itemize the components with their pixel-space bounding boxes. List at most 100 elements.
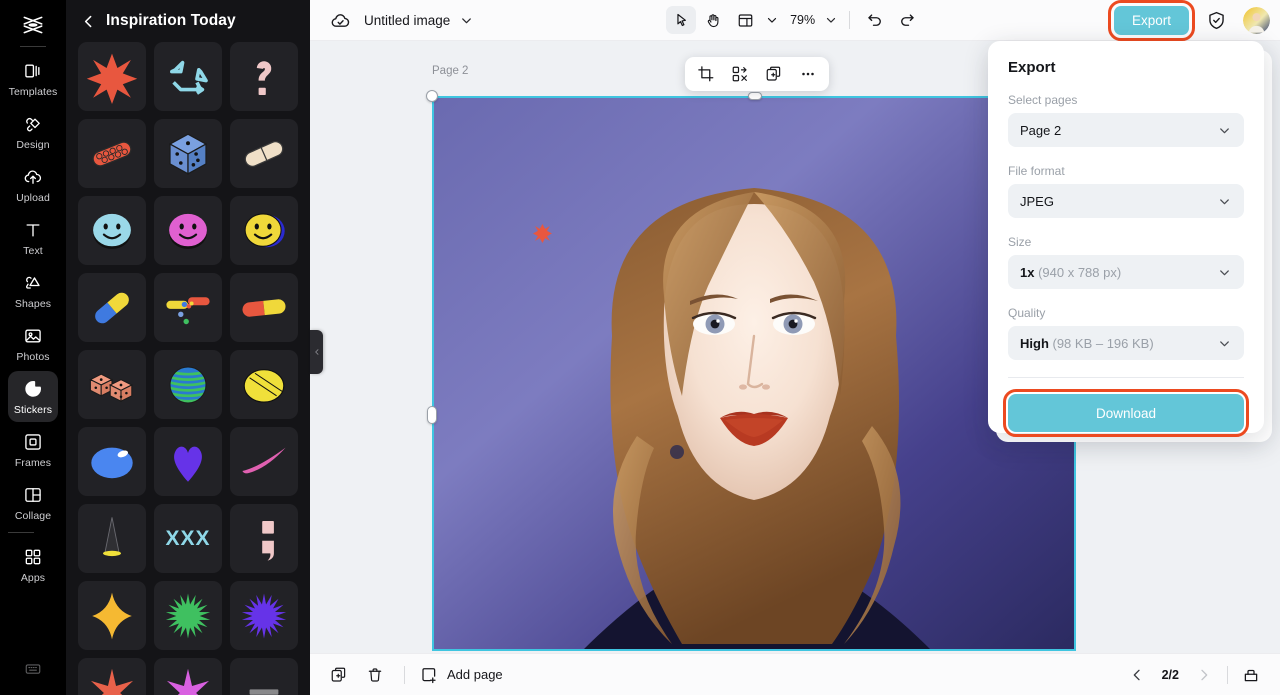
pink-arrow-sticker[interactable] (154, 658, 222, 695)
toolbar-divider (849, 11, 851, 29)
crop-icon[interactable] (691, 60, 721, 88)
file-format-dropdown-label: File format (1008, 164, 1065, 178)
blue-yellow-pill-sticker[interactable] (78, 273, 146, 342)
sidebar-item-shapes[interactable]: Shapes (8, 265, 58, 316)
pink-smiley-sticker[interactable] (154, 196, 222, 265)
cloud-saved-icon[interactable] (328, 8, 352, 32)
scattered-pills-sticker[interactable] (154, 273, 222, 342)
left-nav-rail: Templates Design Upload Text Shapes Photos Sti… (0, 0, 66, 695)
asterisk-star-sticker[interactable] (78, 42, 146, 111)
resize-handle-top-center[interactable] (748, 92, 762, 100)
remove-background-icon[interactable] (725, 60, 755, 88)
sidebar-item-frames[interactable]: Frames (8, 424, 58, 475)
purple-starburst-sticker[interactable] (230, 581, 298, 650)
xxx-text-sticker[interactable]: XXX (154, 504, 222, 573)
pink-swoosh-sticker[interactable] (230, 427, 298, 496)
semicolon-sticker[interactable] (230, 504, 298, 573)
next-page-button[interactable] (1189, 661, 1219, 689)
duplicate-icon[interactable] (759, 60, 789, 88)
sidebar-item-text[interactable]: Text (8, 212, 58, 263)
frames-icon (22, 431, 44, 453)
cream-pill-sticker[interactable] (230, 119, 298, 188)
shield-check-icon[interactable] (1205, 8, 1229, 32)
artboard[interactable] (426, 90, 1076, 651)
pink-dice-pile-sticker[interactable] (78, 350, 146, 419)
export-button[interactable]: Export (1113, 5, 1189, 35)
red-star-sticker[interactable] (78, 658, 146, 695)
red-yellow-pill-sticker[interactable] (230, 273, 298, 342)
sidebar-item-upload[interactable]: Upload (8, 159, 58, 210)
canvas-tools: 79% (666, 6, 922, 34)
red-capsule-sticker[interactable] (78, 119, 146, 188)
sidebar-item-collage[interactable]: Collage (8, 477, 58, 528)
document-name[interactable]: Untitled image (364, 13, 450, 28)
resize-handle-top-left[interactable] (426, 90, 438, 102)
layout-chevron-down-icon[interactable] (764, 12, 780, 28)
sidebar-item-apps[interactable]: Apps (8, 539, 58, 590)
sidebar-item-label: Templates (8, 86, 58, 98)
yellow-tablet-sticker[interactable] (230, 350, 298, 419)
sidebar-item-label: Photos (16, 351, 50, 363)
ellipsis-icon[interactable] (793, 60, 823, 88)
download-button[interactable]: Download (1008, 394, 1244, 432)
sidebar-item-stickers[interactable]: Stickers (8, 371, 58, 422)
bottombar-divider-right (1227, 665, 1228, 684)
upload-icon (22, 166, 44, 188)
delete-page-trash-icon[interactable] (360, 661, 390, 689)
collapse-panel-handle[interactable] (310, 330, 323, 374)
green-starburst-sticker[interactable] (154, 581, 222, 650)
page-indicator: 2/2 (1161, 667, 1179, 682)
quality-dropdown-value: High (98 KB – 196 KB) (1020, 336, 1154, 351)
app-root: Templates Design Upload Text Shapes Photos Sti… (0, 0, 1280, 695)
hand-tool-button[interactable] (698, 6, 728, 34)
redo-button[interactable] (892, 6, 922, 34)
sidebar-item-design[interactable]: Design (8, 106, 58, 157)
chevron-down-icon[interactable] (1217, 123, 1232, 138)
chevron-down-icon[interactable] (1217, 336, 1232, 351)
blue-smiley-sticker[interactable] (78, 196, 146, 265)
zoom-level[interactable]: 79% (790, 13, 815, 27)
duplicate-page-icon[interactable] (324, 661, 354, 689)
select-pages-dropdown[interactable]: Page 2 (1008, 113, 1244, 147)
chevron-down-icon[interactable] (1217, 194, 1232, 209)
size-dropdown-value-main: 1x (1020, 264, 1035, 280)
spotlight-cone-sticker[interactable] (78, 504, 146, 573)
quality-dropdown-label: Quality (1008, 306, 1046, 320)
chevron-down-icon[interactable] (1217, 265, 1232, 280)
sidebar-item-label: Frames (14, 457, 52, 469)
prev-page-button[interactable] (1122, 661, 1152, 689)
zoom-chevron-down-icon[interactable] (823, 12, 839, 28)
keyboard-shortcuts-icon[interactable] (24, 660, 42, 683)
sidebar-item-templates[interactable]: Templates (8, 53, 58, 104)
add-page-icon[interactable] (419, 661, 439, 689)
element-toolbar (685, 57, 829, 91)
rail-divider-bottom (8, 532, 34, 533)
yellow-sparkle-sticker[interactable] (78, 581, 146, 650)
question-mark-sticker[interactable] (230, 42, 298, 111)
shapes-icon (22, 272, 44, 294)
quality-dropdown[interactable]: High (98 KB – 196 KB) (1008, 326, 1244, 360)
size-dropdown[interactable]: 1x (940 x 788 px) (1008, 255, 1244, 289)
back-button[interactable] (76, 9, 100, 33)
striped-ball-sticker[interactable] (154, 350, 222, 419)
text-sticker[interactable] (230, 658, 298, 695)
blue-blob-sticker[interactable] (78, 427, 146, 496)
layout-panel-button[interactable] (730, 6, 760, 34)
document-menu-chevron-down-icon[interactable] (458, 12, 474, 28)
portrait-image[interactable] (432, 96, 1076, 651)
export-fields: Select pages Page 2 File format JPEG Size 1x … (1008, 93, 1244, 360)
purple-heart-sticker[interactable] (154, 427, 222, 496)
templates-icon (22, 60, 44, 82)
select-tool-button[interactable] (666, 6, 697, 34)
undo-button[interactable] (860, 6, 890, 34)
yellow-smiley-sticker[interactable] (230, 196, 298, 265)
add-page-button[interactable]: Add page (419, 661, 503, 689)
sidebar-item-photos[interactable]: Photos (8, 318, 58, 369)
page-grid-icon[interactable] (1236, 661, 1266, 689)
file-format-dropdown[interactable]: JPEG (1008, 184, 1244, 218)
blue-dice-sticker[interactable] (154, 119, 222, 188)
app-logo-icon[interactable] (0, 8, 66, 42)
user-avatar[interactable] (1242, 6, 1270, 34)
resize-handle-left-middle[interactable] (427, 406, 437, 424)
recycle-sticker[interactable] (154, 42, 222, 111)
